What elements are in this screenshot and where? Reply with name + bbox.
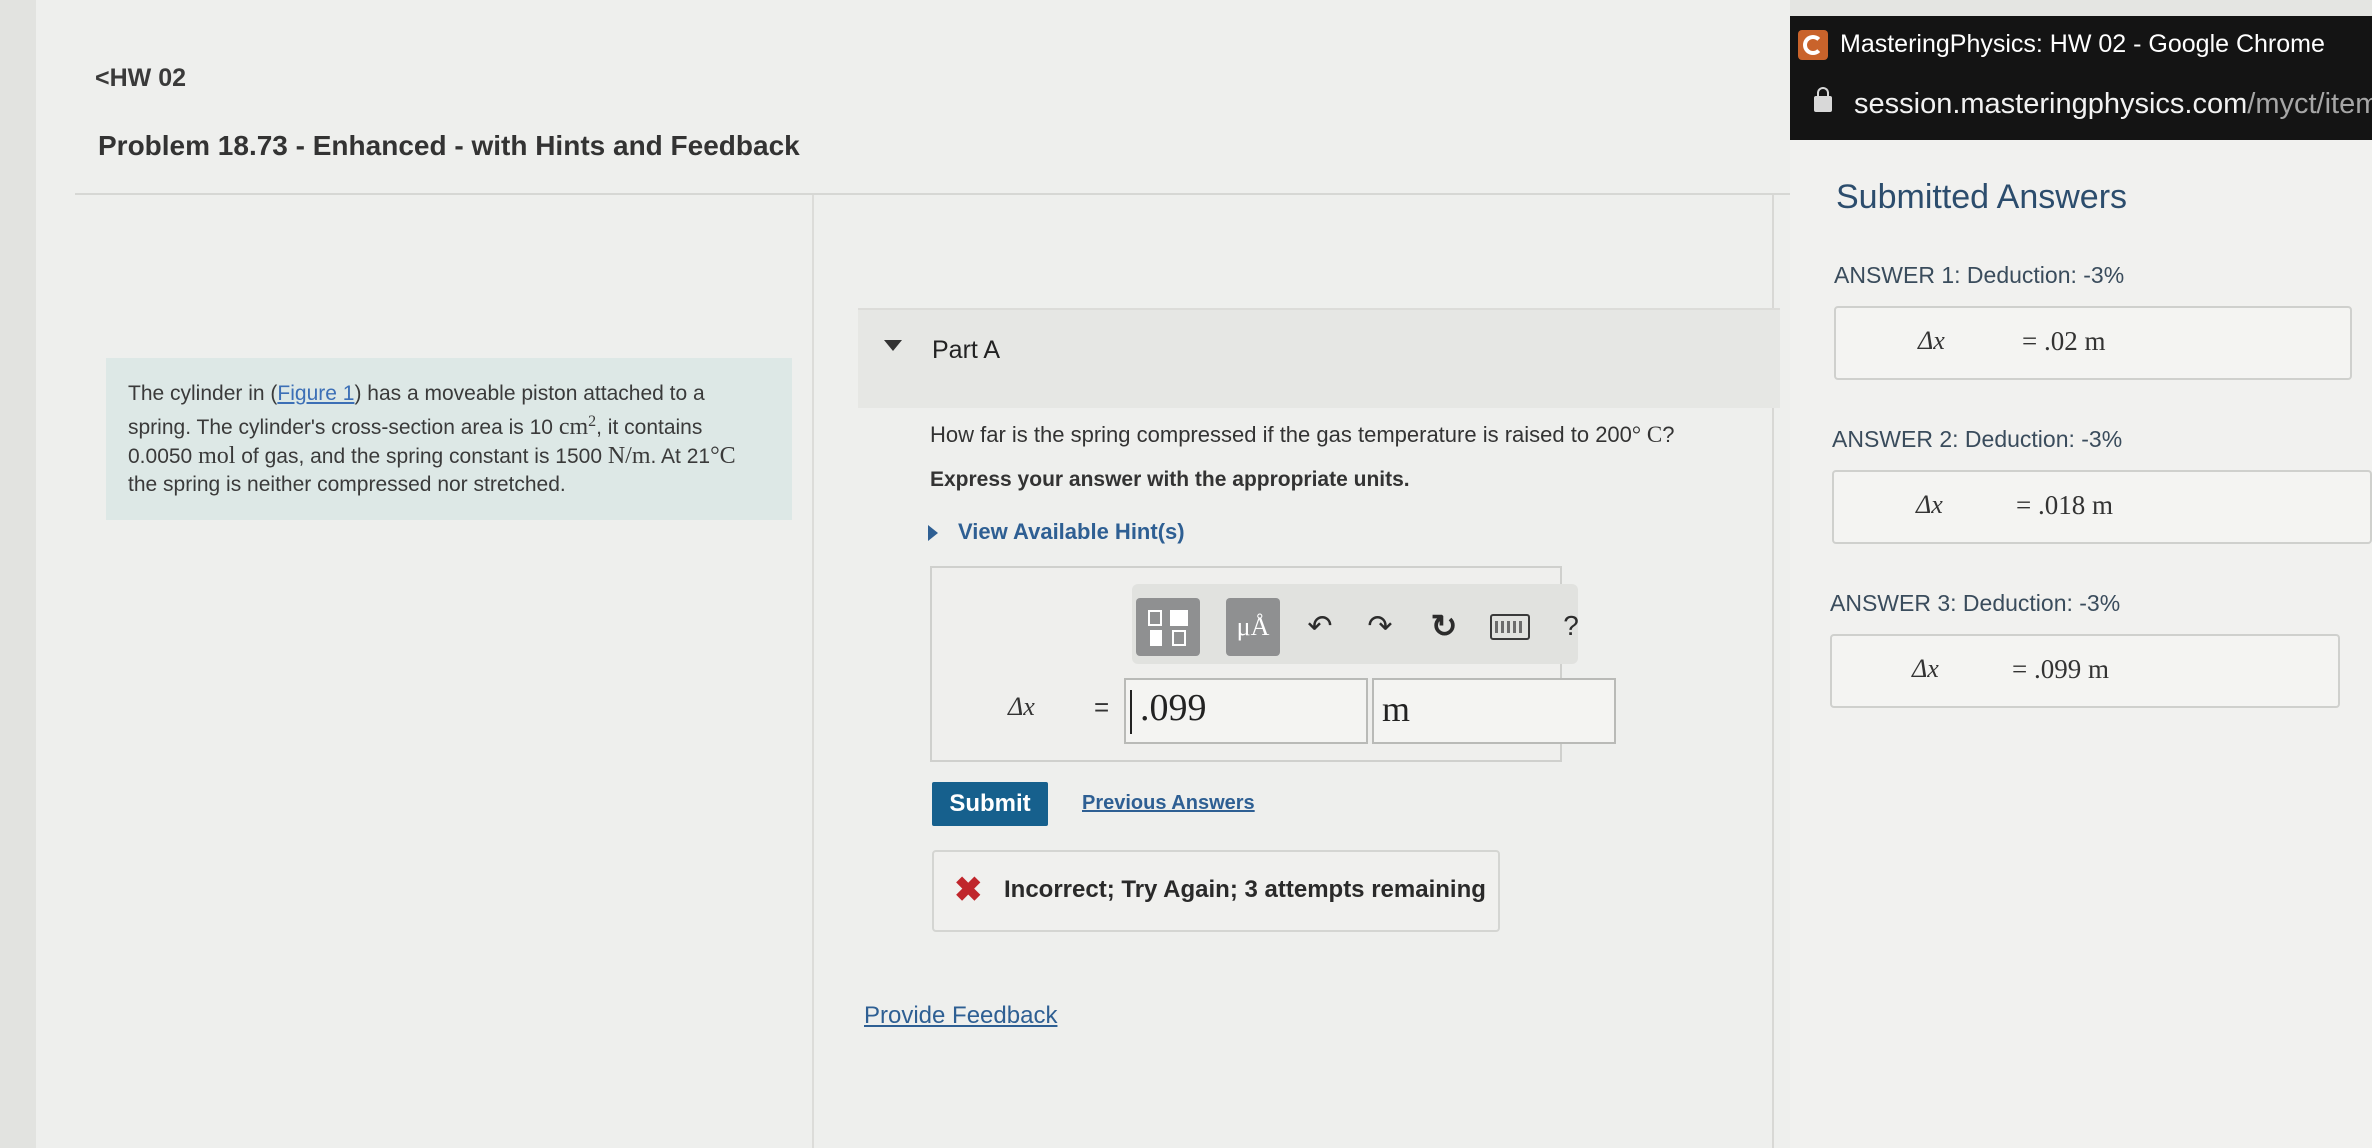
answer-value[interactable]: .099 xyxy=(1140,687,1207,729)
templates-button[interactable] xyxy=(1136,598,1200,656)
window-title: MasteringPhysics: HW 02 - Google Chrome xyxy=(1840,30,2325,58)
mastering-app-icon xyxy=(1798,30,1828,60)
part-a-label[interactable]: Part A xyxy=(932,336,1000,365)
submitted-answers-heading: Submitted Answers xyxy=(1836,178,2128,216)
figure-link[interactable]: Figure 1 xyxy=(277,382,354,405)
answer-3-label: ANSWER 3: Deduction: -3% xyxy=(1830,590,2121,616)
previous-answers-link[interactable]: Previous Answers xyxy=(1082,792,1255,815)
temp-unit: °C xyxy=(710,443,736,469)
page-edge xyxy=(0,0,36,1148)
equals-sign: = xyxy=(1094,692,1110,722)
back-to-hw-link[interactable]: <HW 02 xyxy=(95,64,186,93)
area-exponent: 2 xyxy=(588,413,597,430)
question-body: How far is the spring compressed if the … xyxy=(930,422,1632,447)
url-host: session.masteringphysics.com xyxy=(1854,88,2248,120)
answer-unit[interactable]: m xyxy=(1382,689,1410,729)
lock-icon[interactable] xyxy=(1814,87,1832,112)
feedback-message: Incorrect; Try Again; 3 attempts remaini… xyxy=(1004,876,1486,903)
answer-3-value: = .099 m xyxy=(2012,654,2109,684)
answer-value-input[interactable]: .099 xyxy=(1124,678,1368,744)
template-icon xyxy=(1148,610,1162,626)
app-icon-glyph xyxy=(1803,35,1823,55)
answer-3-variable: Δx xyxy=(1912,654,1939,683)
collapse-triangle-icon[interactable] xyxy=(884,340,902,351)
submit-button[interactable]: Submit xyxy=(932,782,1048,826)
keyboard-icon[interactable] xyxy=(1490,614,1530,640)
problem-text: of gas, and the spring constant is 1500 xyxy=(235,445,608,468)
problem-text: the spring is neither compressed nor str… xyxy=(128,473,566,496)
incorrect-x-icon: ✖ xyxy=(954,871,983,909)
problem-statement: The cylinder in (Figure 1) has a moveabl… xyxy=(106,358,792,520)
answer-1-variable: Δx xyxy=(1918,326,1945,355)
question-text: How far is the spring compressed if the … xyxy=(930,422,1674,448)
address-url[interactable]: session.masteringphysics.com/myct/itemVi… xyxy=(1854,88,2372,121)
question-unit: ° C xyxy=(1631,422,1663,447)
spring-unit: N/m xyxy=(607,443,651,469)
question-end: ? xyxy=(1662,422,1675,447)
text-caret xyxy=(1130,690,1132,734)
answer-instruction: Express your answer with the appropriate… xyxy=(930,468,1410,491)
view-hints-link[interactable]: View Available Hint(s) xyxy=(958,519,1185,545)
header-divider xyxy=(75,193,1795,195)
answer-2-variable: Δx xyxy=(1916,490,1943,519)
problem-text: . At 21 xyxy=(650,445,711,468)
problem-title: Problem 18.73 - Enhanced - with Hints an… xyxy=(98,130,800,161)
answer-unit-input[interactable]: m xyxy=(1372,678,1616,744)
expand-triangle-icon[interactable] xyxy=(928,525,938,541)
area-unit: cm xyxy=(558,414,589,440)
provide-feedback-link[interactable]: Provide Feedback xyxy=(864,1002,1057,1030)
answer-variable: Δx xyxy=(1008,692,1035,721)
answer-1-label: ANSWER 1: Deduction: -3% xyxy=(1834,262,2125,288)
keyboard-keys xyxy=(1495,621,1525,633)
mol-unit: mol xyxy=(198,443,236,469)
answer-2-value: = .018 m xyxy=(2016,490,2113,520)
template-icon xyxy=(1170,610,1188,626)
url-path: /myct/itemView xyxy=(2247,88,2372,120)
column-divider xyxy=(812,195,814,1148)
template-icon xyxy=(1150,630,1162,646)
answer-2-label: ANSWER 2: Deduction: -3% xyxy=(1832,426,2123,452)
redo-icon[interactable]: ↷ xyxy=(1362,606,1398,646)
answer-1-value: = .02 m xyxy=(2022,326,2106,356)
undo-icon[interactable]: ↶ xyxy=(1302,606,1338,646)
units-button[interactable]: μÅ xyxy=(1226,598,1280,656)
reset-icon[interactable]: ↻ xyxy=(1424,604,1464,648)
template-icon xyxy=(1172,630,1186,646)
help-icon[interactable]: ? xyxy=(1556,606,1586,646)
problem-text: The cylinder in ( xyxy=(128,382,278,405)
back-link-label[interactable]: HW 02 xyxy=(110,64,186,92)
